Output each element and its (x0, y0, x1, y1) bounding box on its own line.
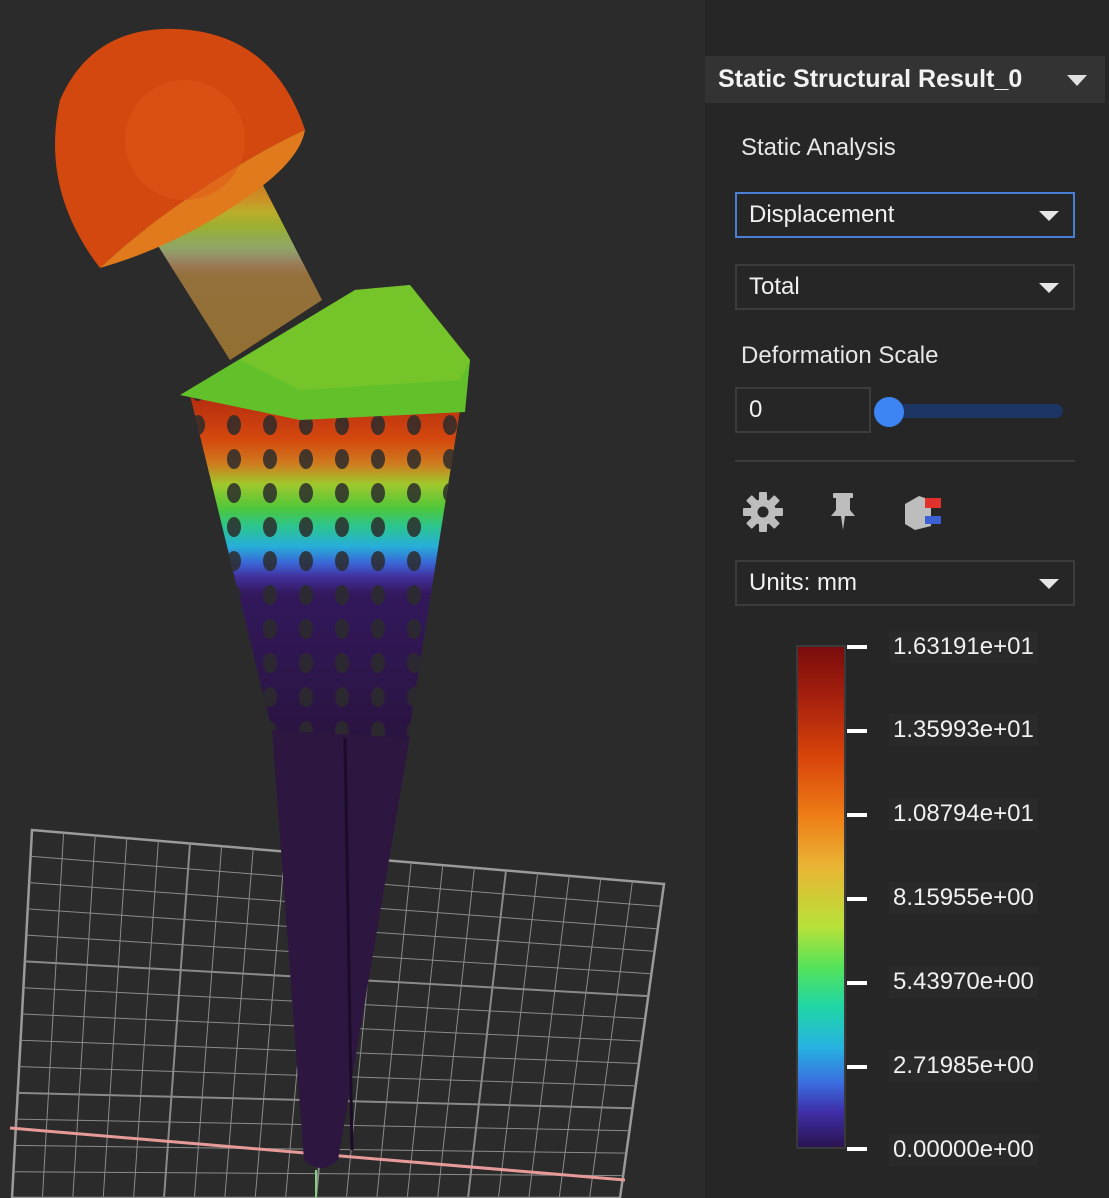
legend-tick (847, 981, 867, 985)
legend-tick (847, 1147, 867, 1151)
units-dropdown[interactable]: Units: mm (735, 560, 1075, 606)
deformation-scale-label: Deformation Scale (741, 342, 939, 369)
units-value: Units: mm (749, 569, 857, 596)
legend-tick (847, 1065, 867, 1069)
color-legend-bar (796, 645, 846, 1149)
component-dropdown[interactable]: Total (735, 264, 1075, 310)
model-render (9, 28, 666, 1198)
pin-icon[interactable] (821, 490, 865, 534)
legend-label: 5.43970e+00 (889, 966, 1038, 998)
legend-tick (847, 897, 867, 901)
chevron-down-icon (1067, 75, 1087, 86)
implant-model (55, 28, 470, 1168)
deformation-scale-input[interactable]: 0 (735, 387, 871, 433)
slider-handle[interactable] (874, 397, 904, 427)
divider (735, 460, 1075, 462)
probe-icon[interactable] (901, 490, 945, 534)
legend-label: 8.15955e+00 (889, 882, 1038, 914)
result-type-dropdown[interactable]: Displacement (735, 192, 1075, 238)
chevron-down-icon (1039, 283, 1059, 293)
legend-label: 1.63191e+01 (889, 631, 1038, 663)
deformation-scale-value: 0 (749, 396, 763, 423)
chevron-down-icon (1039, 211, 1059, 221)
legend-label: 2.71985e+00 (889, 1050, 1038, 1082)
chevron-down-icon (1039, 579, 1059, 589)
legend-tick (847, 813, 867, 817)
legend-label: 1.08794e+01 (889, 798, 1038, 830)
legend-label: 0.00000e+00 (889, 1134, 1038, 1166)
legend-tick (847, 729, 867, 733)
legend-tick (847, 645, 867, 649)
result-panel: Static Structural Result_0 Static Analys… (705, 0, 1109, 1198)
result-type-value: Displacement (749, 201, 895, 228)
3d-viewport[interactable] (0, 0, 705, 1198)
gear-icon[interactable] (741, 490, 785, 534)
component-value: Total (749, 273, 800, 300)
result-title: Static Structural Result_0 (718, 65, 1023, 93)
result-selector[interactable]: Static Structural Result_0 (705, 56, 1105, 103)
analysis-label: Static Analysis (741, 134, 896, 161)
legend-label: 1.35993e+01 (889, 714, 1038, 746)
